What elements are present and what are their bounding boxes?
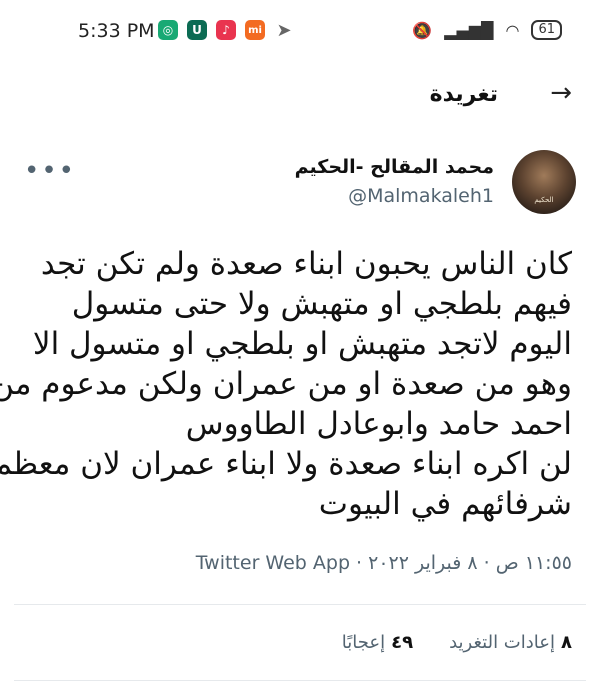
tiktok-icon: ♪ bbox=[216, 20, 236, 40]
notification-icons: ◎ U ♪ mi ➤ bbox=[158, 19, 294, 41]
likes-count: ٤٩ bbox=[391, 632, 414, 653]
retweets-count: ٨ bbox=[561, 632, 572, 653]
shield-app-icon: U bbox=[187, 20, 207, 40]
mi-icon: mi bbox=[245, 20, 265, 40]
tweet-line: شرفائهم في البيوت bbox=[318, 486, 572, 522]
retweets-label: إعادات التغريد bbox=[449, 632, 555, 653]
mute-icon: 🔕 bbox=[412, 20, 433, 40]
page-title: تغريدة bbox=[429, 82, 498, 107]
likes-label: إعجابًا bbox=[341, 632, 386, 653]
system-icons: 🔕 ▂▄▆█ ◠ 61 bbox=[412, 20, 562, 40]
back-arrow-icon[interactable]: → bbox=[550, 78, 572, 108]
more-options-icon[interactable]: ••• bbox=[24, 156, 76, 186]
divider bbox=[14, 604, 586, 605]
avatar-caption: الحكيم bbox=[534, 196, 554, 204]
tweet-line: كان الناس يحبون ابناء صعدة ولم تكن تجد bbox=[40, 246, 572, 282]
likes-stat[interactable]: ٤٩إعجابًا bbox=[342, 632, 413, 653]
tweet-line: لن اكره ابناء صعدة ولا ابناء عمران لان م… bbox=[0, 446, 572, 482]
tweet-line: فيهم بلطجي او متهبش ولا حتى متسول bbox=[71, 286, 572, 322]
messages-icon: ◎ bbox=[158, 20, 178, 40]
divider bbox=[14, 680, 586, 681]
top-app-bar: → تغريدة bbox=[0, 66, 600, 128]
status-bar: 5:33 PM ◎ U ♪ mi ➤ 🔕 ▂▄▆█ ◠ 61 bbox=[0, 0, 600, 66]
tweet-line: وهو من صعدة او من عمران ولكن مدعوم من bbox=[0, 366, 572, 402]
battery-icon: 61 bbox=[531, 20, 562, 40]
tweet-stats: ٨ إعادات التغريد ٤٩إعجابًا bbox=[342, 632, 572, 653]
tweet-timestamp[interactable]: ١١:٥٥ ص · ٨ فبراير ٢٠٢٢ · Twitter Web Ap… bbox=[196, 552, 572, 574]
avatar[interactable]: الحكيم bbox=[512, 150, 576, 214]
tweet-text: كان الناس يحبون ابناء صعدة ولم تكن تجد ف… bbox=[0, 244, 572, 524]
author-handle[interactable]: @Malmakaleh1 bbox=[348, 185, 494, 207]
telegram-icon: ➤ bbox=[276, 19, 292, 41]
author-name[interactable]: محمد المقالح -الحكيم bbox=[295, 156, 494, 178]
wifi-icon: ◠ bbox=[505, 20, 520, 40]
signal-icon: ▂▄▆█ bbox=[444, 20, 494, 40]
tweet-line: احمد حامد وابوعادل الطاووس bbox=[185, 406, 572, 442]
status-time: 5:33 PM bbox=[78, 20, 155, 42]
tweet-line: اليوم لاتجد متهبش او بلطجي او متسول الا bbox=[32, 326, 572, 362]
retweets-stat[interactable]: ٨ إعادات التغريد bbox=[449, 632, 572, 653]
